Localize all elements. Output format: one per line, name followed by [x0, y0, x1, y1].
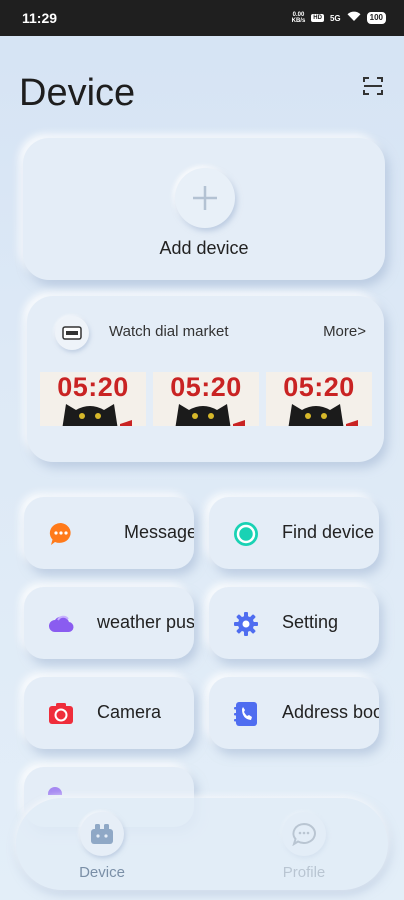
- device-icon: [80, 812, 124, 856]
- address-book-label: Address book: [282, 702, 379, 722]
- camera-tile[interactable]: Camera: [24, 677, 194, 749]
- gear-icon: [234, 612, 258, 636]
- dial-thumbnail[interactable]: 05:20: [40, 372, 146, 426]
- nav-device-label: Device: [79, 864, 125, 881]
- nav-device[interactable]: Device: [62, 812, 142, 881]
- dial-thumbnail[interactable]: 05:20: [266, 372, 372, 426]
- dial-market-title: Watch dial market: [109, 323, 229, 340]
- find-device-tile[interactable]: Find device: [209, 497, 379, 569]
- battery-icon: 100: [366, 12, 386, 24]
- camera-label: Camera: [97, 702, 162, 722]
- status-time: 11:29: [22, 10, 58, 26]
- find-device-label: Find device: [282, 522, 375, 542]
- message-label: Message: [124, 522, 194, 542]
- dial-thumbnail[interactable]: 05:20: [153, 372, 259, 426]
- add-icon[interactable]: [175, 168, 235, 228]
- setting-tile[interactable]: Setting: [209, 587, 379, 659]
- dial-market-more-link[interactable]: More>: [323, 323, 366, 340]
- page-title: Device: [19, 72, 136, 114]
- cloud-icon: [49, 615, 74, 633]
- add-device-card[interactable]: Add device: [23, 138, 385, 280]
- weather-push-label: weather push: [97, 612, 194, 632]
- network-speed: 0.00 KB/s: [291, 12, 306, 24]
- cat-icon: [62, 404, 132, 426]
- hd-badge: HD: [311, 14, 324, 22]
- scan-icon[interactable]: [361, 74, 385, 98]
- status-icons: 0.00 KB/s HD 5G 100: [292, 11, 386, 25]
- cat-icon: [288, 404, 358, 426]
- profile-chat-icon: [282, 812, 326, 856]
- setting-label: Setting: [282, 612, 339, 632]
- message-tile[interactable]: Message: [24, 497, 194, 569]
- nav-profile[interactable]: Profile: [264, 812, 344, 881]
- partial-tile-icon: [48, 787, 62, 795]
- watch-dial-icon: [55, 316, 89, 350]
- signal-icon: 5G: [329, 13, 341, 23]
- weather-push-tile[interactable]: weather push: [24, 587, 194, 659]
- address-book-tile[interactable]: Address book: [209, 677, 379, 749]
- watch-dial-market-card: Watch dial market More> 05:20 05:20 05:2…: [27, 296, 384, 462]
- bottom-navigation: Device Profile: [16, 798, 388, 890]
- nav-profile-label: Profile: [282, 864, 326, 881]
- cat-icon: [175, 404, 245, 426]
- status-bar: 11:29 0.00 KB/s HD 5G 100: [0, 0, 404, 36]
- camera-icon: [49, 703, 73, 724]
- chat-bubble-icon: [49, 522, 71, 545]
- find-device-icon: [234, 522, 258, 546]
- wifi-icon: [347, 11, 361, 25]
- add-device-label: Add device: [159, 238, 249, 258]
- address-book-icon: [234, 702, 257, 726]
